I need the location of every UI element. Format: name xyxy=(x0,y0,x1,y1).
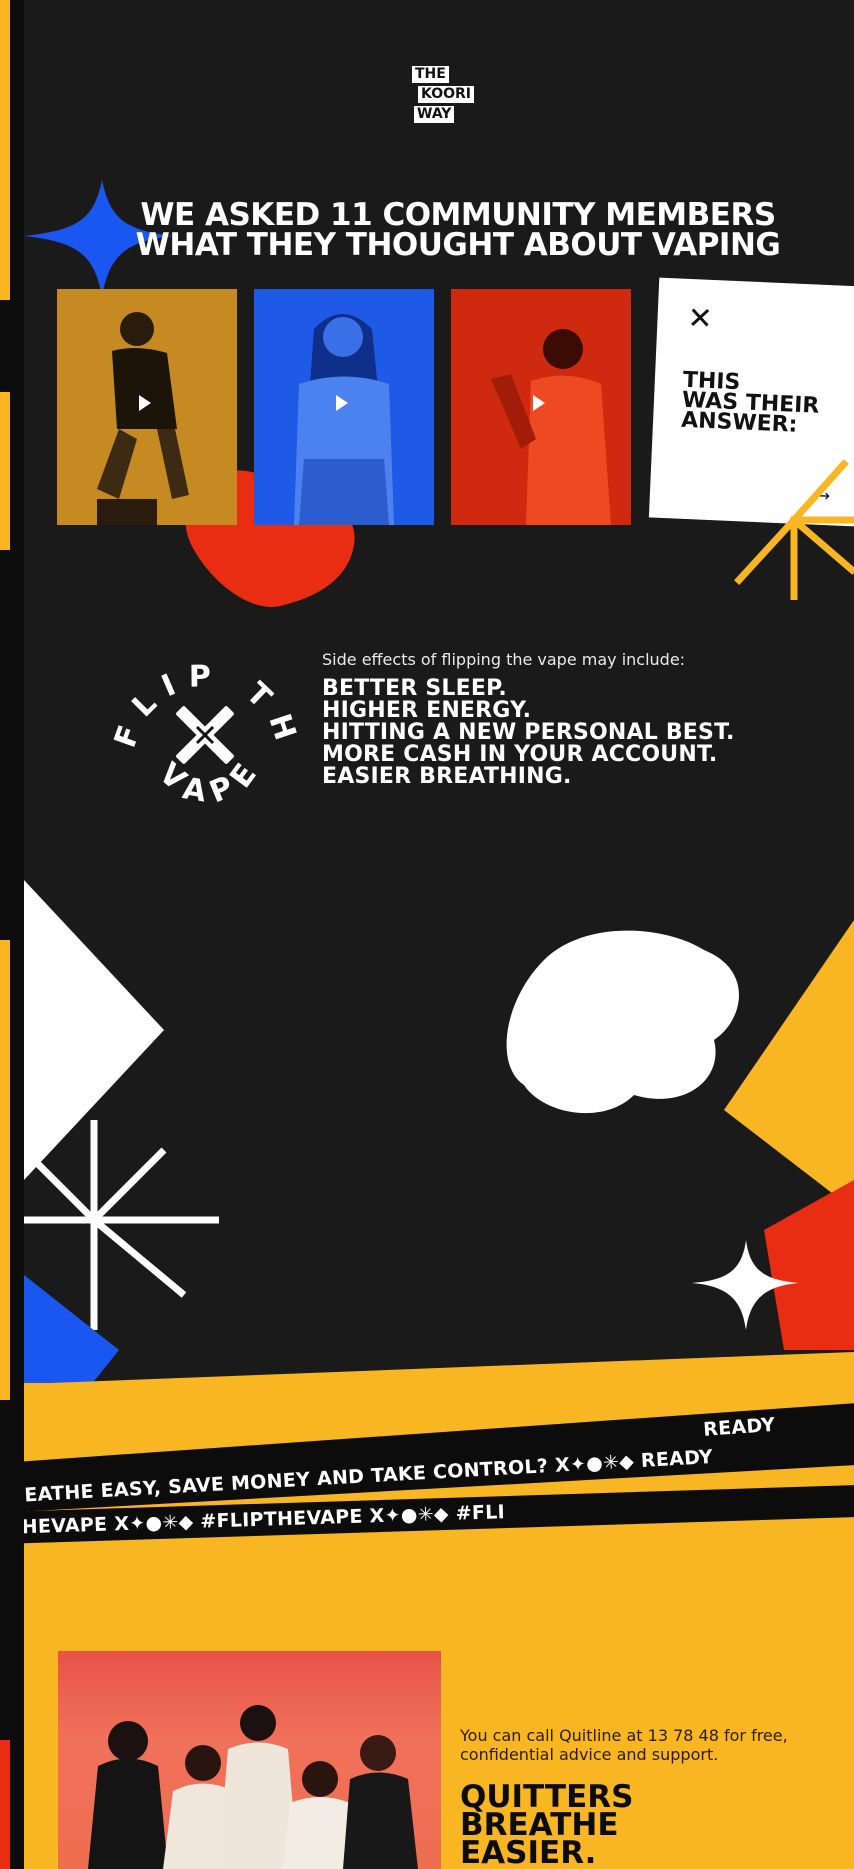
logo-line: KOORI xyxy=(418,86,475,103)
left-edge xyxy=(0,0,24,1869)
quitters-title: QUITTERS BREATHE EASIER. xyxy=(460,1782,633,1869)
video-card-2[interactable] xyxy=(254,289,434,525)
email-body: THE KOORI WAY WE ASKED 11 COMMUNITY MEMB… xyxy=(24,0,854,1869)
badge-text-bottom: VAPE xyxy=(152,749,260,811)
video-card-3[interactable] xyxy=(451,289,631,525)
effects-intro: Side effects of flipping the vape may in… xyxy=(322,650,686,669)
effect-item: BETTER SLEEP. xyxy=(322,676,507,701)
headline-line: WE ASKED 11 COMMUNITY MEMBERS xyxy=(140,197,776,233)
group-people-silhouette xyxy=(88,1705,418,1869)
edge-strip-yellow xyxy=(0,0,10,300)
logo-line: WAY xyxy=(414,106,455,123)
play-icon[interactable] xyxy=(139,395,151,411)
edge-strip-red xyxy=(0,1740,10,1869)
effect-item: MORE CASH IN YOUR ACCOUNT. xyxy=(322,742,718,767)
headline-line: WHAT THEY THOUGHT ABOUT VAPING xyxy=(135,227,781,263)
logo-line: THE xyxy=(412,66,449,83)
flip-the-vape-badge: FLIP THE VAPE xyxy=(110,650,294,811)
yellow-tilted-card-shape xyxy=(724,920,854,1210)
headline: WE ASKED 11 COMMUNITY MEMBERS WHAT THEY … xyxy=(108,197,808,263)
yellow-band-edge xyxy=(24,1352,854,1392)
yellow-starburst-shape xyxy=(734,460,854,600)
edge-strip-yellow xyxy=(0,392,10,550)
effect-item: HITTING A NEW PERSONAL BEST. xyxy=(322,720,735,745)
svg-text:VAPE: VAPE xyxy=(152,749,270,811)
answer-card-title: THIS WAS THEIR ANSWER: xyxy=(681,368,821,438)
effect-item: EASIER BREATHING. xyxy=(322,764,572,789)
crossed-vapes-icon xyxy=(176,706,234,764)
close-icon: ✕ xyxy=(686,300,714,337)
effect-item: HIGHER ENERGY. xyxy=(322,698,532,723)
play-icon[interactable] xyxy=(533,395,545,411)
effects-list: BETTER SLEEP. HIGHER ENERGY. HITTING A N… xyxy=(322,678,735,788)
edge-strip-yellow xyxy=(0,940,10,1400)
video-card-1[interactable] xyxy=(57,289,237,525)
quitline-text: You can call Quitline at 13 78 48 for fr… xyxy=(460,1726,788,1764)
group-photo xyxy=(58,1651,441,1869)
red-shape xyxy=(764,1180,854,1350)
play-icon[interactable] xyxy=(336,395,348,411)
koori-way-logo[interactable]: THE KOORI WAY xyxy=(412,66,482,132)
white-cloud-shape xyxy=(506,930,739,1114)
page: THE KOORI WAY WE ASKED 11 COMMUNITY MEMB… xyxy=(0,0,854,1869)
decorative-shapes xyxy=(24,880,854,1400)
quitters-title-line: EASIER. xyxy=(460,1835,597,1869)
